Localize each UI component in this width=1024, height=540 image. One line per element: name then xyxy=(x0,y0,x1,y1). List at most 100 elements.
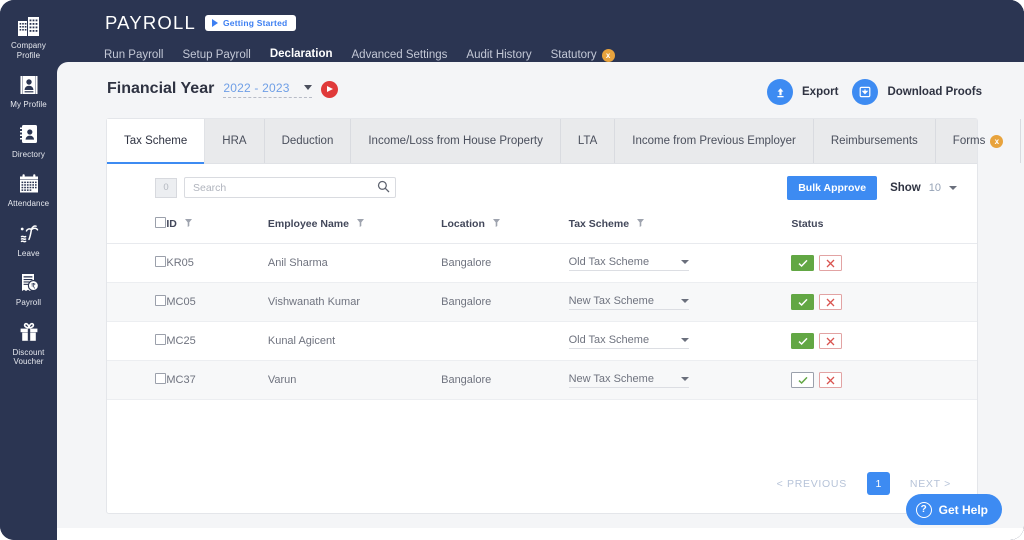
row-tax-scheme-cell: Old Tax Scheme xyxy=(568,321,792,361)
tax-scheme-dropdown[interactable]: New Tax Scheme xyxy=(568,294,689,310)
tab-forms-label: Forms xyxy=(952,135,986,147)
row-checkbox[interactable] xyxy=(155,373,166,384)
application-window: Company Profile My Profile Directory Att… xyxy=(0,0,1024,540)
sidebar-item-company-profile[interactable]: Company Profile xyxy=(0,6,57,65)
get-help-label: Get Help xyxy=(938,502,988,517)
row-location: Bangalore xyxy=(441,243,569,283)
table-row[interactable]: MC25 Kunal Agicent Old Tax Scheme xyxy=(107,321,977,361)
show-value: 10 xyxy=(928,181,941,194)
get-help-button[interactable]: ? Get Help xyxy=(905,494,1002,525)
filter-icon[interactable] xyxy=(184,218,192,230)
download-proofs-label: Download Proofs xyxy=(887,86,982,98)
tax-scheme-dropdown[interactable]: Old Tax Scheme xyxy=(568,256,689,271)
toolbar-right-group: Bulk Approve Show 10 xyxy=(787,175,957,200)
reject-button[interactable] xyxy=(819,255,843,271)
table-header: ID Employee Name Location Tax Scheme Sta… xyxy=(107,211,977,244)
row-status-cell xyxy=(791,243,977,283)
financial-year-value: 2022 - 2023 xyxy=(223,80,290,95)
getting-started-label: Getting Started xyxy=(223,18,288,28)
close-badge-icon[interactable]: x xyxy=(601,49,615,62)
sidebar-item-my-profile[interactable]: My Profile xyxy=(0,65,57,115)
row-status-cell xyxy=(791,282,977,322)
close-badge-icon[interactable]: x xyxy=(990,134,1004,148)
row-checkbox[interactable] xyxy=(155,256,166,267)
reject-button[interactable] xyxy=(819,333,843,349)
row-status-cell xyxy=(791,360,977,400)
pagination: < PREVIOUS 1 NEXT > xyxy=(777,472,951,495)
tab-income-loss-house-property[interactable]: Income/Loss from House Property xyxy=(351,119,561,163)
tab-reimbursements[interactable]: Reimbursements xyxy=(814,119,936,163)
tab-forms[interactable]: Forms x xyxy=(936,119,1022,163)
svg-text:₹: ₹ xyxy=(31,281,36,290)
approve-button[interactable] xyxy=(791,372,815,388)
tab-lta[interactable]: LTA xyxy=(561,119,616,163)
sidebar-label: Company Profile xyxy=(11,41,46,60)
financial-year-label: Financial Year xyxy=(107,80,215,97)
sidebar-item-discount-voucher[interactable]: Discount Voucher xyxy=(0,313,57,372)
sidebar-item-attendance[interactable]: Attendance xyxy=(0,164,57,214)
search-input[interactable] xyxy=(184,177,396,198)
filter-icon[interactable] xyxy=(492,218,500,230)
window-bottom-strip xyxy=(57,528,1024,540)
header-select-all xyxy=(107,211,167,244)
download-icon xyxy=(852,79,879,105)
table-body: KR05 Anil Sharma Bangalore Old Tax Schem… xyxy=(107,243,977,400)
search-icon[interactable] xyxy=(377,180,390,198)
tax-scheme-dropdown[interactable]: Old Tax Scheme xyxy=(568,334,689,349)
sidebar-item-payroll[interactable]: ₹ Payroll xyxy=(0,263,57,313)
tab-deduction[interactable]: Deduction xyxy=(265,119,352,163)
left-sidebar: Company Profile My Profile Directory Att… xyxy=(0,0,57,540)
row-id: MC05 xyxy=(166,282,268,322)
financial-year-dropdown[interactable]: 2022 - 2023 xyxy=(223,80,312,98)
filter-icon[interactable] xyxy=(356,218,364,230)
row-status-cell xyxy=(791,321,977,361)
play-video-button[interactable] xyxy=(320,80,338,98)
tab-income-previous-employer[interactable]: Income from Previous Employer xyxy=(615,119,814,163)
approve-button[interactable] xyxy=(791,255,815,271)
table-toolbar: 0 Bulk Approve Show xyxy=(107,164,977,211)
table-row[interactable]: MC05 Vishwanath Kumar Bangalore New Tax … xyxy=(107,282,977,322)
row-location xyxy=(441,321,569,361)
question-mark-icon: ? xyxy=(915,501,932,518)
row-checkbox[interactable] xyxy=(155,295,166,306)
bulk-approve-button[interactable]: Bulk Approve xyxy=(787,175,878,200)
header-id-label: ID xyxy=(166,218,177,230)
row-location: Bangalore xyxy=(441,360,569,400)
table-row[interactable]: KR05 Anil Sharma Bangalore Old Tax Schem… xyxy=(107,243,977,283)
header-status: Status xyxy=(791,211,977,244)
row-employee-name: Kunal Agicent xyxy=(267,321,442,361)
sidebar-item-directory[interactable]: Directory xyxy=(0,115,57,165)
play-icon xyxy=(327,86,334,92)
download-proofs-button[interactable]: Download Proofs xyxy=(852,79,982,105)
sidebar-item-leave[interactable]: Leave xyxy=(0,214,57,264)
tab-tax-scheme[interactable]: Tax Scheme xyxy=(107,119,206,164)
row-checkbox[interactable] xyxy=(155,334,166,345)
calendar-icon xyxy=(2,170,55,198)
export-button[interactable]: Export xyxy=(767,79,838,105)
tab-strip: Tax Scheme HRA Deduction Income/Loss fro… xyxy=(107,119,1022,164)
top-header-bar: PAYROLL Getting Started Run Payroll Setu… xyxy=(57,0,1024,67)
show-rows-dropdown[interactable]: Show 10 xyxy=(890,182,957,194)
reject-button[interactable] xyxy=(819,294,843,310)
next-page-button[interactable]: NEXT > xyxy=(910,478,951,490)
tax-scheme-value: New Tax Scheme xyxy=(568,294,654,307)
select-all-checkbox[interactable] xyxy=(155,217,166,228)
page-number-1[interactable]: 1 xyxy=(866,472,890,495)
approve-button[interactable] xyxy=(791,294,815,310)
palm-tree-icon xyxy=(2,220,55,248)
chevron-down-icon xyxy=(680,259,689,264)
row-id: MC25 xyxy=(166,321,268,361)
filter-icon[interactable] xyxy=(637,218,644,230)
play-icon xyxy=(212,19,218,27)
reject-button[interactable] xyxy=(819,372,843,388)
row-id: MC37 xyxy=(166,360,268,400)
previous-page-button[interactable]: < PREVIOUS xyxy=(777,478,847,490)
tax-scheme-dropdown[interactable]: New Tax Scheme xyxy=(568,373,689,388)
chevron-down-icon xyxy=(680,298,689,303)
selected-count: 0 xyxy=(155,177,177,198)
getting-started-button[interactable]: Getting Started xyxy=(205,15,297,31)
table-row[interactable]: MC37 Varun Bangalore New Tax Scheme xyxy=(107,360,977,400)
approve-button[interactable] xyxy=(791,333,815,349)
tab-hra[interactable]: HRA xyxy=(205,119,265,163)
row-select-cell xyxy=(107,360,167,400)
